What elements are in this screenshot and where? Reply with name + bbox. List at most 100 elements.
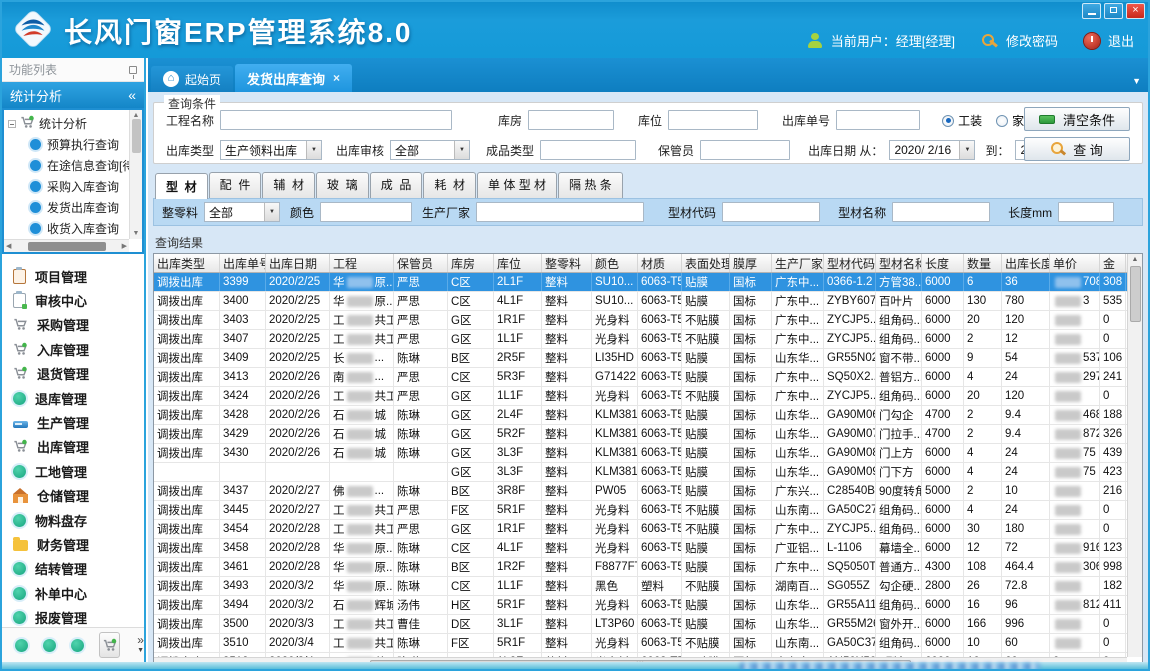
search-button[interactable]: 查 询	[1024, 137, 1130, 161]
shortcut-circle-icon[interactable]	[71, 639, 84, 652]
whole-part-select[interactable]: 全部▼	[204, 202, 280, 222]
table-row[interactable]: 调拨出库35002020/3/3工共工程曹佳D区3L1F整料LT3P606063…	[154, 615, 1142, 634]
material-tab-辅材[interactable]: 辅 材	[262, 172, 315, 198]
column-header-保管员[interactable]: 保管员	[394, 254, 448, 272]
column-header-材质[interactable]: 材质	[638, 254, 682, 272]
column-header-库位[interactable]: 库位	[494, 254, 542, 272]
column-header-库房[interactable]: 库房	[448, 254, 494, 272]
table-row[interactable]: 调拨出库34942020/3/2石辉城汤伟H区5R1F整料光身料6063-T5贴…	[154, 596, 1142, 615]
table-row[interactable]: 调拨出库35102020/3/4工共工程陈琳F区5R1F整料光身料6063-T5…	[154, 634, 1142, 653]
sidebar-item-补单中心[interactable]: 补单中心	[2, 581, 144, 605]
material-tab-成品[interactable]: 成 品	[370, 172, 423, 198]
maximize-button[interactable]	[1104, 3, 1123, 19]
tree-root-statistics[interactable]: 统计分析	[8, 113, 142, 134]
material-tab-型材[interactable]: 型 材	[155, 173, 208, 199]
material-tab-玻璃[interactable]: 玻 璃	[316, 172, 369, 198]
project-name-input[interactable]	[220, 110, 452, 130]
sidebar-item-财务管理[interactable]: 财务管理	[2, 532, 144, 556]
tab-shipping-outbound-query[interactable]: 发货出库查询 ×	[235, 64, 352, 92]
table-row[interactable]: 调拨出库34132020/2/26南...严思C区5R3F整料G71422606…	[154, 368, 1142, 387]
column-header-金[interactable]: 金	[1100, 254, 1126, 272]
tree-item-预算执行查询[interactable]: 预算执行查询	[8, 134, 142, 155]
sidebar-item-物料盘存[interactable]: 物料盘存	[2, 508, 144, 532]
column-header-出库单号[interactable]: 出库单号	[220, 254, 266, 272]
warehouse-input[interactable]	[528, 110, 614, 130]
table-row[interactable]: 调拨出库34032020/2/25工共工程严思G区1R1F整料光身料6063-T…	[154, 311, 1142, 330]
clear-conditions-button[interactable]: 清空条件	[1024, 107, 1130, 131]
table-row[interactable]: 调拨出库34072020/2/25工共工程严思G区1L1F整料光身料6063-T…	[154, 330, 1142, 349]
table-row[interactable]: 调拨出库34242020/2/26工共工程严思G区1L1F整料光身料6063-T…	[154, 387, 1142, 406]
table-row[interactable]: 调拨出库34302020/2/26石城陈琳G区3L3F整料KLM38176063…	[154, 444, 1142, 463]
table-row[interactable]: 调拨出库34092020/2/25长...陈琳B区2R5F整料LI35HD606…	[154, 349, 1142, 368]
change-password-link[interactable]: 修改密码	[1006, 31, 1058, 50]
tree-item-发货出库查询[interactable]: 发货出库查询	[8, 197, 142, 218]
column-header-膜厚[interactable]: 膜厚	[730, 254, 772, 272]
sidebar-item-入库管理[interactable]: 入库管理	[2, 337, 144, 361]
column-header-长度[interactable]: 长度	[922, 254, 964, 272]
sidebar-item-生产管理[interactable]: 生产管理	[2, 410, 144, 434]
length-input[interactable]	[1058, 202, 1114, 222]
overflow-chevron[interactable]: »▼	[137, 636, 144, 655]
column-header-生产厂家[interactable]: 生产厂家	[772, 254, 824, 272]
sidebar-item-出库管理[interactable]: 出库管理	[2, 435, 144, 459]
material-tab-耗材[interactable]: 耗 材	[423, 172, 476, 198]
tree-horizontal-scrollbar[interactable]: ◀▶	[4, 239, 129, 252]
sidebar-item-审核中心[interactable]: 审核中心	[2, 288, 144, 312]
tab-home[interactable]: ⌂ 起始页	[151, 66, 233, 92]
table-row[interactable]: 调拨出库34932020/3/2华原...陈琳C区1L1F整料黑色塑料不贴膜国标…	[154, 577, 1142, 596]
expander-icon[interactable]	[8, 120, 16, 128]
sidebar-item-工地管理[interactable]: 工地管理	[2, 459, 144, 483]
table-row[interactable]: 调拨出库34372020/2/27佛...陈琳B区3R8F整料PW056063-…	[154, 482, 1142, 501]
table-row[interactable]: 调拨出库34542020/2/28工共工程严思G区1R1F整料光身料6063-T…	[154, 520, 1142, 539]
date-from-picker[interactable]: 2020/ 2/16▼	[889, 140, 975, 160]
close-tab-icon[interactable]: ×	[333, 71, 340, 85]
table-row[interactable]: G区3L3F整料KLM38176063-T5贴膜国标山东华...GA90M09.…	[154, 463, 1142, 482]
tree-vertical-scrollbar[interactable]: ▲▼	[129, 110, 142, 239]
sidebar-item-采购管理[interactable]: 采购管理	[2, 313, 144, 337]
profile-name-input[interactable]	[892, 202, 990, 222]
material-tab-隔热条[interactable]: 隔 热 条	[558, 172, 623, 198]
column-header-出库类型[interactable]: 出库类型	[154, 254, 220, 272]
column-header-数量[interactable]: 数量	[964, 254, 1002, 272]
tree-item-采购入库查询[interactable]: 采购入库查询	[8, 176, 142, 197]
column-header-出库长度[interactable]: 出库长度	[1002, 254, 1050, 272]
close-button[interactable]: ×	[1126, 3, 1145, 19]
factory-input[interactable]	[476, 202, 644, 222]
profile-code-input[interactable]	[722, 202, 820, 222]
column-header-型材代码[interactable]: 型材代码	[824, 254, 876, 272]
table-row[interactable]: 调拨出库34292020/2/26石城陈琳G区5R2F整料KLM38176063…	[154, 425, 1142, 444]
radio-work[interactable]: 工装	[942, 112, 982, 129]
color-input[interactable]	[320, 202, 412, 222]
sidebar-item-项目管理[interactable]: 项目管理	[2, 264, 144, 288]
minimize-button[interactable]	[1082, 3, 1101, 19]
tree-item-收货入库查询[interactable]: 收货入库查询	[8, 218, 142, 239]
order-no-input[interactable]	[836, 110, 920, 130]
sidebar-section-header[interactable]: 统计分析 «	[2, 82, 144, 108]
material-tab-单体型材[interactable]: 单 体 型 材	[477, 172, 557, 198]
column-header-单价[interactable]: 单价	[1050, 254, 1100, 272]
sidebar-item-退库管理[interactable]: 退库管理	[2, 386, 144, 410]
table-row[interactable]: 调拨出库34002020/2/25华原...严思C区4L1F整料SU10...6…	[154, 292, 1142, 311]
product-type-input[interactable]	[540, 140, 636, 160]
tab-overflow-caret[interactable]: ▼	[1132, 76, 1141, 86]
sidebar-item-仓储管理[interactable]: 仓储管理	[2, 484, 144, 508]
sidebar-item-退货管理[interactable]: 退货管理	[2, 362, 144, 386]
table-row[interactable]: 调拨出库34452020/2/27工共工程严思F区5R1F整料光身料6063-T…	[154, 501, 1142, 520]
sidebar-item-结转管理[interactable]: 结转管理	[2, 557, 144, 581]
column-header-工程[interactable]: 工程	[330, 254, 394, 272]
table-row[interactable]: 调拨出库34612020/2/28华原...陈琳B区1R2F整料F8877FT6…	[154, 558, 1142, 577]
table-row[interactable]: 调拨出库34282020/2/26石城陈琳G区2L4F整料KLM38176063…	[154, 406, 1142, 425]
tree-item-在途信息查询[待[interactable]: 在途信息查询[待	[8, 155, 142, 176]
column-header-整零料[interactable]: 整零料	[542, 254, 592, 272]
audit-select[interactable]: 全部▼	[390, 140, 470, 160]
shortcut-circle-icon[interactable]	[15, 639, 28, 652]
column-header-型材名称[interactable]: 型材名称	[876, 254, 922, 272]
logout-link[interactable]: 退出	[1108, 31, 1134, 50]
column-header-颜色[interactable]: 颜色	[592, 254, 638, 272]
material-tab-配件[interactable]: 配 件	[209, 172, 262, 198]
location-input[interactable]	[668, 110, 758, 130]
keeper-input[interactable]	[700, 140, 790, 160]
shortcut-circle-icon[interactable]	[43, 639, 56, 652]
table-row[interactable]: 调拨出库34582020/2/28华原...陈琳C区4L1F整料光身料6063-…	[154, 539, 1142, 558]
table-row[interactable]: 调拨出库33992020/2/25华原...严思C区2L1F整料SU10...6…	[154, 273, 1142, 292]
